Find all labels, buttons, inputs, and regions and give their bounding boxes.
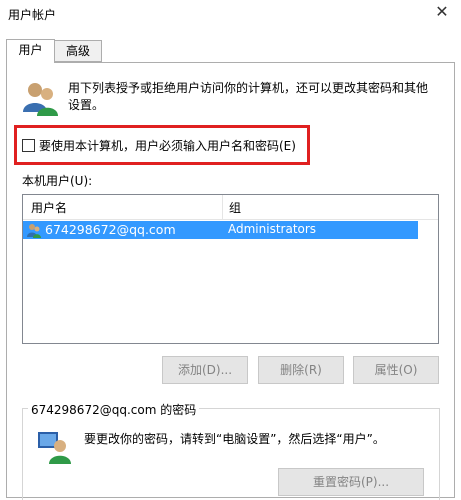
- require-login-label: 要使用本计算机，用户必须输入用户名和密码(E): [39, 139, 296, 153]
- add-button[interactable]: 添加(D)...: [162, 356, 248, 384]
- column-header-group[interactable]: 组: [229, 199, 241, 216]
- description-text: 用下列表授予或拒绝用户访问你的计算机，还可以更改其密码和其他设置。: [68, 81, 429, 112]
- local-users-label: 本机用户(U):: [22, 174, 93, 188]
- list-header: 用户名 组: [23, 195, 438, 220]
- column-header-username[interactable]: 用户名: [31, 199, 67, 216]
- require-login-checkbox[interactable]: [22, 139, 35, 152]
- table-row[interactable]: 674298672@qq.com Administrators: [23, 221, 418, 239]
- users-list[interactable]: 用户名 组 674298672@qq.com Administrators: [22, 194, 439, 344]
- password-user-icon: [38, 432, 71, 464]
- tab-advanced[interactable]: 高级: [54, 40, 102, 62]
- properties-button[interactable]: 属性(O): [353, 356, 439, 384]
- row-username: 674298672@qq.com: [45, 222, 176, 237]
- users-icon: [23, 83, 58, 116]
- password-section-title: 674298672@qq.com 的密码: [28, 401, 200, 418]
- tab-users[interactable]: 用户: [6, 39, 55, 63]
- row-group: Administrators: [228, 222, 317, 236]
- password-info-text: 要更改你的密码，请转到“电脑设置”，然后选择“用户”。: [84, 432, 385, 446]
- reset-password-button[interactable]: 重置密码(P)...: [278, 468, 424, 496]
- column-separator[interactable]: [222, 195, 223, 219]
- window-title: 用户帐户: [8, 8, 57, 22]
- user-row-icon: [27, 224, 41, 238]
- close-icon[interactable]: ✕: [433, 3, 451, 21]
- remove-button[interactable]: 删除(R): [258, 356, 344, 384]
- require-login-option[interactable]: 要使用本计算机，用户必须输入用户名和密码(E): [22, 137, 296, 154]
